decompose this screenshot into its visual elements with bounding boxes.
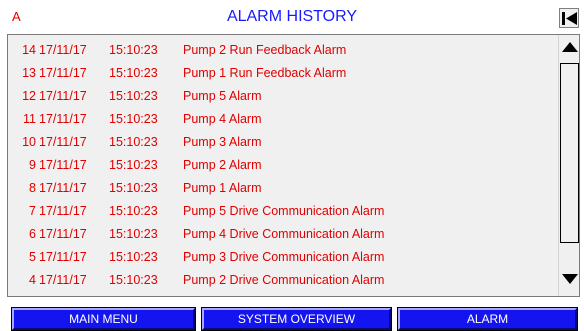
alarm-message: Pump 2 Run Feedback Alarm	[183, 43, 347, 57]
alarm-number: 9	[29, 158, 36, 172]
alarm-number: 4	[29, 273, 36, 287]
alarm-message: Pump 1 Run Feedback Alarm	[183, 66, 347, 80]
alarm-number: 12	[22, 89, 36, 103]
alarm-number: 8	[29, 181, 36, 195]
alarm-number: 11	[23, 112, 36, 126]
alarm-number: 7	[29, 204, 36, 218]
alarm-number: 5	[29, 250, 36, 264]
alarm-date: 17/11/17	[39, 158, 87, 172]
system-overview-button[interactable]: SYSTEM OVERVIEW	[201, 307, 392, 331]
alarm-time: 15:10:23	[109, 204, 158, 218]
alarm-date: 17/11/17	[39, 89, 87, 103]
triangle-up-icon	[562, 42, 578, 52]
alarm-message: Pump 4 Alarm	[183, 112, 262, 126]
alarm-time: 15:10:23	[109, 158, 158, 172]
triangle-down-icon	[562, 274, 578, 284]
alarm-time: 15:10:23	[109, 66, 158, 80]
alarm-message: Pump 3 Drive Communication Alarm	[183, 250, 385, 264]
scrollbar[interactable]	[558, 35, 579, 296]
alarm-time: 15:10:23	[109, 112, 158, 126]
alarm-time: 15:10:23	[109, 227, 158, 241]
skip-to-start-icon	[562, 12, 577, 25]
alarm-date: 17/11/17	[39, 273, 87, 287]
alarm-message: Pump 3 Alarm	[183, 135, 262, 149]
alarm-date: 17/11/17	[39, 43, 87, 57]
main-menu-button[interactable]: MAIN MENU	[11, 307, 196, 331]
alarm-message: Pump 5 Drive Communication Alarm	[183, 204, 385, 218]
scrollbar-thumb[interactable]	[560, 63, 579, 243]
scroll-up-button[interactable]	[560, 37, 579, 59]
page-title: ALARM HISTORY	[226, 8, 358, 25]
alarm-message: Pump 2 Drive Communication Alarm	[183, 273, 385, 287]
alarm-number: 6	[29, 227, 36, 241]
alarm-date: 17/11/17	[39, 181, 87, 195]
alarm-number: 14	[22, 43, 36, 57]
first-page-button[interactable]	[559, 8, 579, 28]
alarm-message: Pump 4 Drive Communication Alarm	[183, 227, 385, 241]
alarm-date: 17/11/17	[39, 227, 87, 241]
alarm-time: 15:10:23	[109, 43, 158, 57]
scroll-down-button[interactable]	[560, 269, 579, 291]
alarm-time: 15:10:23	[109, 89, 158, 103]
alarm-button[interactable]: ALARM	[397, 307, 578, 331]
alarm-time: 15:10:23	[109, 135, 158, 149]
alarm-message: Pump 5 Alarm	[183, 89, 262, 103]
alarm-message: Pump 2 Alarm	[183, 158, 262, 172]
alarm-time: 15:10:23	[109, 181, 158, 195]
alarm-date: 17/11/17	[39, 204, 87, 218]
alarm-message: Pump 1 Alarm	[183, 181, 262, 195]
alarm-number: 10	[22, 135, 36, 149]
alarm-date: 17/11/17	[39, 112, 87, 126]
alarm-history-list[interactable]: 14 17/11/17 15:10:23 Pump 2 Run Feedback Al…	[7, 34, 580, 297]
alarm-date: 17/11/17	[39, 250, 87, 264]
alarm-number: 13	[22, 66, 36, 80]
alarm-time: 15:10:23	[109, 273, 158, 287]
alarm-time: 15:10:23	[109, 250, 158, 264]
alarm-date: 17/11/17	[39, 66, 87, 80]
alarm-date: 17/11/17	[39, 135, 87, 149]
